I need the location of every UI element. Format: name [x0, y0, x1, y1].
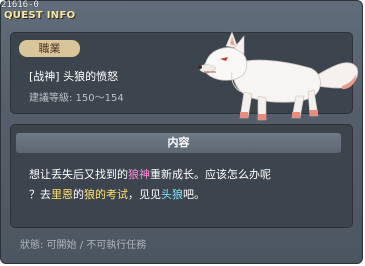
- window-title[interactable]: QUEST INFO: [4, 10, 75, 21]
- description-line-2: ？去里恩的狼的考试，见见头狼吧。: [29, 185, 344, 205]
- quest-name: [战神] 头狼的愤怒: [29, 70, 119, 83]
- quest-id: 21616-0: [1, 0, 39, 10]
- quest-description: 想让丢失后又找到的狼神重新成长。应该怎么办呢 ？去里恩的狼的考试，见见头狼吧。: [29, 165, 344, 205]
- content-header: 内容: [16, 133, 341, 153]
- description-text: 想让丢失后又找到的: [29, 168, 128, 181]
- white-wolf-icon: [198, 31, 359, 121]
- npc-highlight: 头狼: [161, 188, 183, 201]
- description-text: ？去: [29, 188, 51, 201]
- job-badge: 職業: [19, 40, 80, 57]
- description-text: 重新成长。应该怎么办呢: [150, 168, 271, 181]
- description-text: ，见见: [128, 188, 161, 201]
- npc-highlight: 里恩: [51, 188, 73, 201]
- quest-level: 建議等級: 150～154: [29, 93, 124, 104]
- description-line-1: 想让丢失后又找到的狼神重新成长。应该怎么办呢: [29, 165, 344, 185]
- description-text: 的: [73, 188, 84, 201]
- quest-highlight: 狼的考试: [84, 188, 128, 201]
- npc-highlight: 狼神: [128, 168, 150, 181]
- quest-status: 狀態: 可開始 / 不可執行任務: [20, 240, 147, 251]
- description-text: 吧。: [183, 188, 205, 201]
